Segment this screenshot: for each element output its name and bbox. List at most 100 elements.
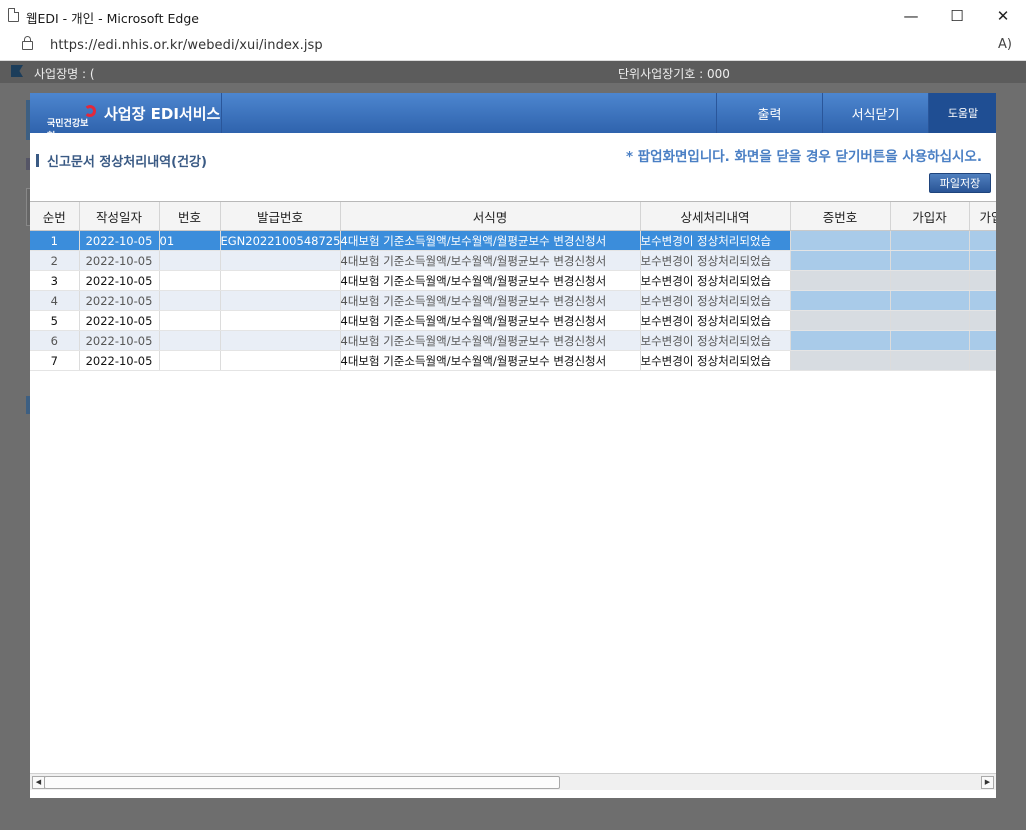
section-title-text: 신고문서 정상처리내역(건강) [47,155,207,170]
redacted-cell [890,270,970,291]
nhis-logo: 국민건강보험 [38,101,96,142]
redacted-cell [890,310,970,331]
date-cell: 2022-10-05 [79,270,160,291]
popup-notice: * 팝업화면입니다. 화면을 닫을 경우 닫기버튼을 사용하십시오. [625,149,982,165]
table-row[interactable]: 7 2022-10-05 4대보험 기준소득월액/보수월액/월평균보수 변경신청… [30,350,996,371]
save-file-button[interactable]: 파일저장 [929,173,991,193]
horizontal-scrollbar[interactable]: ◀ ▶ [30,773,996,790]
seq-cell: 5 [30,310,80,331]
column-header[interactable]: 서식명 [340,202,641,231]
column-header[interactable]: 발급번호 [220,202,341,231]
service-title: 사업장 EDI서비스 [104,105,221,123]
help-button[interactable]: 도움말 [928,93,996,133]
redacted-cell [790,330,891,351]
logo-text: 국민건강보험 [47,119,89,142]
redacted-cell [790,250,891,271]
table-row[interactable]: 6 2022-10-05 4대보험 기준소득월액/보수월액/월평균보수 변경신청… [30,330,996,351]
redacted-cell [969,270,996,291]
issue-number-cell [220,350,341,371]
number-cell [159,250,221,271]
close-window-button[interactable]: ✕ [980,0,1026,32]
date-cell: 2022-10-05 [79,330,160,351]
detail-cell: 보수변경이 정상처리되었습 [640,310,791,331]
form-name-cell: 4대보험 기준소득월액/보수월액/월평균보수 변경신청서 [340,310,641,331]
redacted-cell [790,270,891,291]
redacted-cell [790,310,891,331]
unit-label: 단위사업장기호 : 000 [618,67,730,81]
issue-number-cell: EGN20221005487258 [220,230,341,251]
column-header[interactable]: 가입 [969,202,996,231]
redacted-cell [790,290,891,311]
column-header[interactable]: 증번호 [790,202,891,231]
seq-cell: 3 [30,270,80,291]
browser-titlebar: 웹EDI - 개인 - Microsoft Edge — ☐ ✕ [0,0,1026,33]
minimize-icon: — [903,7,919,25]
column-header[interactable]: 순번 [30,202,80,231]
page-icon [8,8,19,22]
close-icon: ✕ [996,7,1010,25]
detail-cell: 보수변경이 정상처리되었습 [640,270,791,291]
background-info-strip: 사업장명 : ( 단위사업장기호 : 000 [0,61,1026,83]
lock-icon[interactable] [22,36,33,50]
column-header[interactable]: 상세처리내역 [640,202,791,231]
maximize-icon: ☐ [950,7,964,25]
table-row[interactable]: 3 2022-10-05 4대보험 기준소득월액/보수월액/월평균보수 변경신청… [30,270,996,291]
popup-header: 국민건강보험 사업장 EDI서비스 출력 서식닫기 도움말 [30,93,996,142]
redacted-cell [969,230,996,251]
number-cell: 01 [159,230,221,251]
table-row[interactable]: 4 2022-10-05 4대보험 기준소득월액/보수월액/월평균보수 변경신청… [30,290,996,311]
redacted-cell [790,350,891,371]
number-cell [159,310,221,331]
url-text[interactable]: https://edi.nhis.or.kr/webedi/xui/index.… [50,38,323,53]
print-button[interactable]: 출력 [716,93,822,133]
table-row[interactable]: 5 2022-10-05 4대보험 기준소득월액/보수월액/월평균보수 변경신청… [30,310,996,331]
company-label: 사업장명 : ( [34,67,95,81]
minimize-button[interactable]: — [888,0,934,32]
redacted-cell [890,330,970,351]
number-cell [159,290,221,311]
date-cell: 2022-10-05 [79,230,160,251]
seq-cell: 4 [30,290,80,311]
redacted-cell [890,250,970,271]
section-title: 신고문서 정상처리내역(건강) [36,151,207,170]
detail-cell: 보수변경이 정상처리되었습 [640,250,791,271]
number-cell [159,270,221,291]
title-bar-icon [36,154,39,167]
column-header[interactable]: 작성일자 [79,202,160,231]
redacted-cell [790,230,891,251]
issue-number-cell [220,290,341,311]
redacted-cell [969,250,996,271]
table-row[interactable]: 2 2022-10-05 4대보험 기준소득월액/보수월액/월평균보수 변경신청… [30,250,996,271]
detail-cell: 보수변경이 정상처리되었습 [640,350,791,371]
table-row[interactable]: 1 2022-10-05 01 EGN20221005487258 4대보험 기… [30,230,996,251]
redacted-cell [890,230,970,251]
maximize-button[interactable]: ☐ [934,0,980,32]
form-name-cell: 4대보험 기준소득월액/보수월액/월평균보수 변경신청서 [340,350,641,371]
popup-window: 국민건강보험 사업장 EDI서비스 출력 서식닫기 도움말 신고문서 정상처리내… [30,93,996,798]
column-header[interactable]: 가입자 [890,202,970,231]
detail-cell: 보수변경이 정상처리되었습 [640,290,791,311]
redacted-cell [969,310,996,331]
result-grid[interactable]: 순번 작성일자 번호 발급번호 서식명 상세처리내역 증번호 가입자 가입 1 … [30,201,996,770]
scroll-right-icon[interactable]: ▶ [981,776,994,789]
date-cell: 2022-10-05 [79,350,160,371]
scrollbar-thumb[interactable] [44,776,560,789]
issue-number-cell [220,310,341,331]
address-bar[interactable]: https://edi.nhis.or.kr/webedi/xui/index.… [0,32,1026,61]
form-name-cell: 4대보험 기준소득월액/보수월액/월평균보수 변경신청서 [340,290,641,311]
date-cell: 2022-10-05 [79,250,160,271]
detail-cell: 보수변경이 정상처리되었습 [640,330,791,351]
column-header[interactable]: 번호 [159,202,221,231]
read-aloud-icon[interactable]: A) [998,37,1012,52]
issue-number-cell [220,250,341,271]
seq-cell: 2 [30,250,80,271]
date-cell: 2022-10-05 [79,290,160,311]
redacted-cell [969,290,996,311]
number-cell [159,330,221,351]
close-form-button[interactable]: 서식닫기 [822,93,928,133]
seq-cell: 1 [30,230,80,251]
redacted-cell [890,290,970,311]
flag-icon [11,65,23,77]
issue-number-cell [220,270,341,291]
window-title: 웹EDI - 개인 - Microsoft Edge [26,11,199,26]
